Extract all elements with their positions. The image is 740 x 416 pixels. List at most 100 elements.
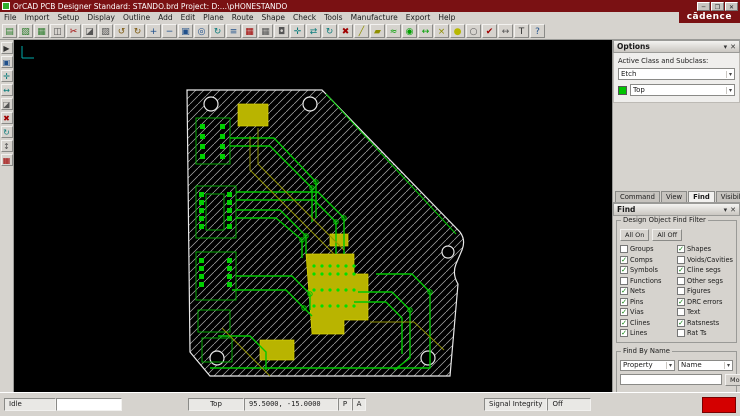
menu-item-display[interactable]: Display [83,13,119,22]
more-button[interactable]: More... [725,373,740,386]
menu-item-export[interactable]: Export [402,13,435,22]
slide-icon[interactable]: ↔ [418,24,433,38]
find-name-select[interactable]: Name ▾ [678,359,733,371]
dimension-icon[interactable]: ↕ [0,140,13,152]
cut-icon[interactable]: ✂ [66,24,81,38]
filter-comps[interactable]: ✓ Comps [620,255,675,266]
shadow-mode-icon[interactable]: ◘ [274,24,289,38]
class-select[interactable]: Etch ▾ [618,68,735,80]
redo-icon[interactable]: ↻ [130,24,145,38]
menu-item-shape[interactable]: Shape [258,13,290,22]
rotate-icon[interactable]: ↻ [322,24,337,38]
panel-close-icon[interactable]: ✕ [730,43,736,51]
filter-ratsnests[interactable]: ✓ Ratsnests [677,318,733,329]
filter-pins[interactable]: ✓ Pins [620,297,675,308]
filter-voids-cavities[interactable]: Voids/Cavities [677,255,733,266]
delete-icon[interactable]: ✖ [338,24,353,38]
help-icon[interactable]: ? [530,24,545,38]
route-icon[interactable]: ≈ [386,24,401,38]
open-icon[interactable]: ▧ [18,24,33,38]
filter-nets[interactable]: ✓ Nets [620,286,675,297]
paste-icon[interactable]: ▨ [98,24,113,38]
filter-cline-segs[interactable]: ✓ Cline segs [677,265,733,276]
filter-symbols[interactable]: ✓ Symbols [620,265,675,276]
zoom-fit-icon[interactable]: ▣ [178,24,193,38]
menu-item-setup[interactable]: Setup [53,13,83,22]
find-name-input[interactable] [620,373,722,385]
minimize-button[interactable]: ─ [697,1,710,11]
layers-icon[interactable]: ≡ [226,24,241,38]
filter-vias[interactable]: ✓ Vias [620,307,675,318]
add-shape-icon[interactable]: ▰ [370,24,385,38]
panel-menu-icon[interactable]: ▾ [724,43,728,51]
filter-rat-ts[interactable]: Rat Ts [677,328,733,339]
zoom-world-icon[interactable]: ◎ [194,24,209,38]
color-edit-icon[interactable]: ▦ [0,154,13,166]
ratsnest-icon[interactable]: × [434,24,449,38]
tab-find[interactable]: Find [688,191,715,202]
maximize-button[interactable]: ❐ [711,1,724,11]
panel-close-icon[interactable]: ✕ [730,206,736,214]
filter-lines[interactable]: ✓ Lines [620,328,675,339]
pan-icon[interactable]: ✛ [0,70,13,82]
menu-item-help[interactable]: Help [434,13,459,22]
tab-command[interactable]: Command [615,191,660,202]
all-on-button[interactable]: All On [620,229,650,241]
filter-shapes[interactable]: ✓ Shapes [677,244,733,255]
text-icon[interactable]: T [514,24,529,38]
tab-visibility[interactable]: Visibility [715,191,740,202]
zoom-window-icon[interactable]: ▣ [0,56,13,68]
rotate-icon[interactable]: ↻ [0,126,13,138]
add-line-icon[interactable]: ╱ [354,24,369,38]
delete-icon[interactable]: ✖ [0,112,13,124]
filter-groups[interactable]: Groups [620,244,675,255]
new-icon[interactable]: ▤ [2,24,17,38]
checkbox-icon [677,255,685,264]
mirror-icon[interactable]: ⇄ [306,24,321,38]
pointer-icon[interactable]: ▶ [0,42,13,54]
zoom-out-icon[interactable]: − [162,24,177,38]
menu-item-check[interactable]: Check [289,13,320,22]
menu-item-outline[interactable]: Outline [119,13,154,22]
copy-icon[interactable]: ◪ [82,24,97,38]
close-button[interactable]: ✕ [725,1,738,11]
add-via-icon[interactable]: ◉ [402,24,417,38]
find-property-select[interactable]: Property ▾ [620,359,675,371]
menu-item-add[interactable]: Add [154,13,177,22]
measure-icon[interactable]: ↔ [498,24,513,38]
drc-check-icon[interactable]: ✔ [482,24,497,38]
highlight-icon[interactable]: ● [450,24,465,38]
menu-item-route[interactable]: Route [228,13,258,22]
design-canvas[interactable] [14,40,612,392]
grid-icon[interactable]: ▦ [258,24,273,38]
menu-item-import[interactable]: Import [21,13,54,22]
subclass-select[interactable]: Top ▾ [630,84,735,96]
menu-item-tools[interactable]: Tools [320,13,346,22]
move-icon[interactable]: ✛ [290,24,305,38]
undo-icon[interactable]: ↺ [114,24,129,38]
redraw-icon[interactable]: ↻ [210,24,225,38]
window-controls: ─ ❐ ✕ [697,1,738,11]
application-mode-button[interactable]: A [352,398,366,411]
tab-view[interactable]: View [660,191,688,202]
filter-text[interactable]: Text [677,307,733,318]
copy-icon[interactable]: ◪ [0,98,13,110]
menu-item-plane[interactable]: Plane [199,13,228,22]
dehighlight-icon[interactable]: ○ [466,24,481,38]
filter-clines[interactable]: ✓ Clines [620,318,675,329]
filter-figures[interactable]: Figures [677,286,733,297]
color-icon[interactable]: ▦ [242,24,257,38]
print-icon[interactable]: ◫ [50,24,65,38]
filter-functions[interactable]: Functions [620,276,675,287]
zoom-in-icon[interactable]: + [146,24,161,38]
pick-button[interactable]: P [338,398,352,411]
menu-item-file[interactable]: File [0,13,21,22]
menu-item-manufacture[interactable]: Manufacture [347,13,402,22]
menu-item-edit[interactable]: Edit [177,13,200,22]
panel-menu-icon[interactable]: ▾ [724,206,728,214]
move-icon[interactable]: ↔ [0,84,13,96]
filter-other-segs[interactable]: Other segs [677,276,733,287]
filter-drc-errors[interactable]: ✓ DRC errors [677,297,733,308]
save-icon[interactable]: ▦ [34,24,49,38]
all-off-button[interactable]: All Off [652,229,683,241]
